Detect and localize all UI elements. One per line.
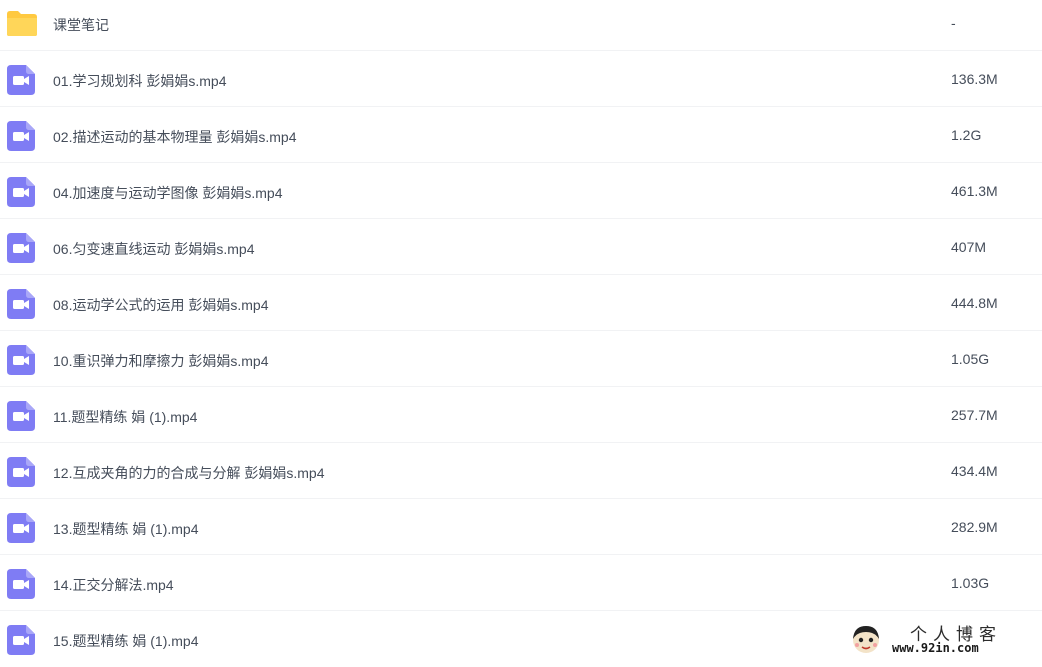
- video-file-icon: [7, 233, 35, 263]
- file-size: 136.3M: [951, 71, 998, 87]
- file-row[interactable]: 13.题型精练 娟 (1).mp4 282.9M: [0, 499, 1042, 555]
- file-row[interactable]: 01.学习规划科 彭娟娟s.mp4 136.3M: [0, 51, 1042, 107]
- file-name[interactable]: 08.运动学公式的运用 彭娟娟s.mp4: [53, 295, 268, 315]
- file-name[interactable]: 15.题型精练 娟 (1).mp4: [53, 631, 198, 651]
- file-name[interactable]: 06.匀变速直线运动 彭娟娟s.mp4: [53, 239, 254, 259]
- folder-row[interactable]: 课堂笔记 -: [0, 0, 1042, 51]
- file-row[interactable]: 11.题型精练 娟 (1).mp4 257.7M: [0, 387, 1042, 443]
- file-row[interactable]: 02.描述运动的基本物理量 彭娟娟s.mp4 1.2G: [0, 107, 1042, 163]
- file-size: 407M: [951, 239, 987, 255]
- file-row[interactable]: 06.匀变速直线运动 彭娟娟s.mp4 407M: [0, 219, 1042, 275]
- video-file-icon: [7, 345, 35, 375]
- file-size: 444.8M: [951, 295, 998, 311]
- file-size: 257.7M: [951, 407, 998, 423]
- video-file-icon: [7, 121, 35, 151]
- file-size: -: [951, 15, 956, 31]
- file-size: 282.9M: [951, 519, 998, 535]
- file-size: 1.05G: [951, 351, 990, 367]
- video-file-icon: [7, 65, 35, 95]
- file-name[interactable]: 14.正交分解法.mp4: [53, 575, 174, 595]
- file-size: 1.2G: [951, 127, 982, 143]
- file-row[interactable]: 12.互成夹角的力的合成与分解 彭娟娟s.mp4 434.4M: [0, 443, 1042, 499]
- file-name[interactable]: 10.重识弹力和摩擦力 彭娟娟s.mp4: [53, 351, 268, 371]
- file-size: 461.3M: [951, 183, 998, 199]
- file-list: 课堂笔记 - 01.学习规划科 彭娟娟s.mp4 136.3M 02.描述运动的…: [0, 0, 1042, 667]
- video-file-icon: [7, 289, 35, 319]
- file-name[interactable]: 13.题型精练 娟 (1).mp4: [53, 519, 198, 539]
- file-row[interactable]: 10.重识弹力和摩擦力 彭娟娟s.mp4 1.05G: [0, 331, 1042, 387]
- file-name[interactable]: 01.学习规划科 彭娟娟s.mp4: [53, 71, 226, 91]
- video-file-icon: [7, 401, 35, 431]
- file-row[interactable]: 08.运动学公式的运用 彭娟娟s.mp4 444.8M: [0, 275, 1042, 331]
- file-size: 434.4M: [951, 463, 998, 479]
- file-name[interactable]: 02.描述运动的基本物理量 彭娟娟s.mp4: [53, 127, 296, 147]
- file-size: 1.03G: [951, 575, 990, 591]
- file-name[interactable]: 课堂笔记: [53, 15, 109, 35]
- video-file-icon: [7, 569, 35, 599]
- file-name[interactable]: 12.互成夹角的力的合成与分解 彭娟娟s.mp4: [53, 463, 324, 483]
- video-file-icon: [7, 177, 35, 207]
- file-row[interactable]: 04.加速度与运动学图像 彭娟娟s.mp4 461.3M: [0, 163, 1042, 219]
- video-file-icon: [7, 457, 35, 487]
- video-file-icon: [7, 513, 35, 543]
- file-name[interactable]: 04.加速度与运动学图像 彭娟娟s.mp4: [53, 183, 282, 203]
- file-name[interactable]: 11.题型精练 娟 (1).mp4: [53, 407, 197, 427]
- file-row[interactable]: 14.正交分解法.mp4 1.03G: [0, 555, 1042, 611]
- video-file-icon: [7, 625, 35, 655]
- file-row[interactable]: 15.题型精练 娟 (1).mp4: [0, 611, 1042, 667]
- folder-icon: [6, 10, 38, 37]
